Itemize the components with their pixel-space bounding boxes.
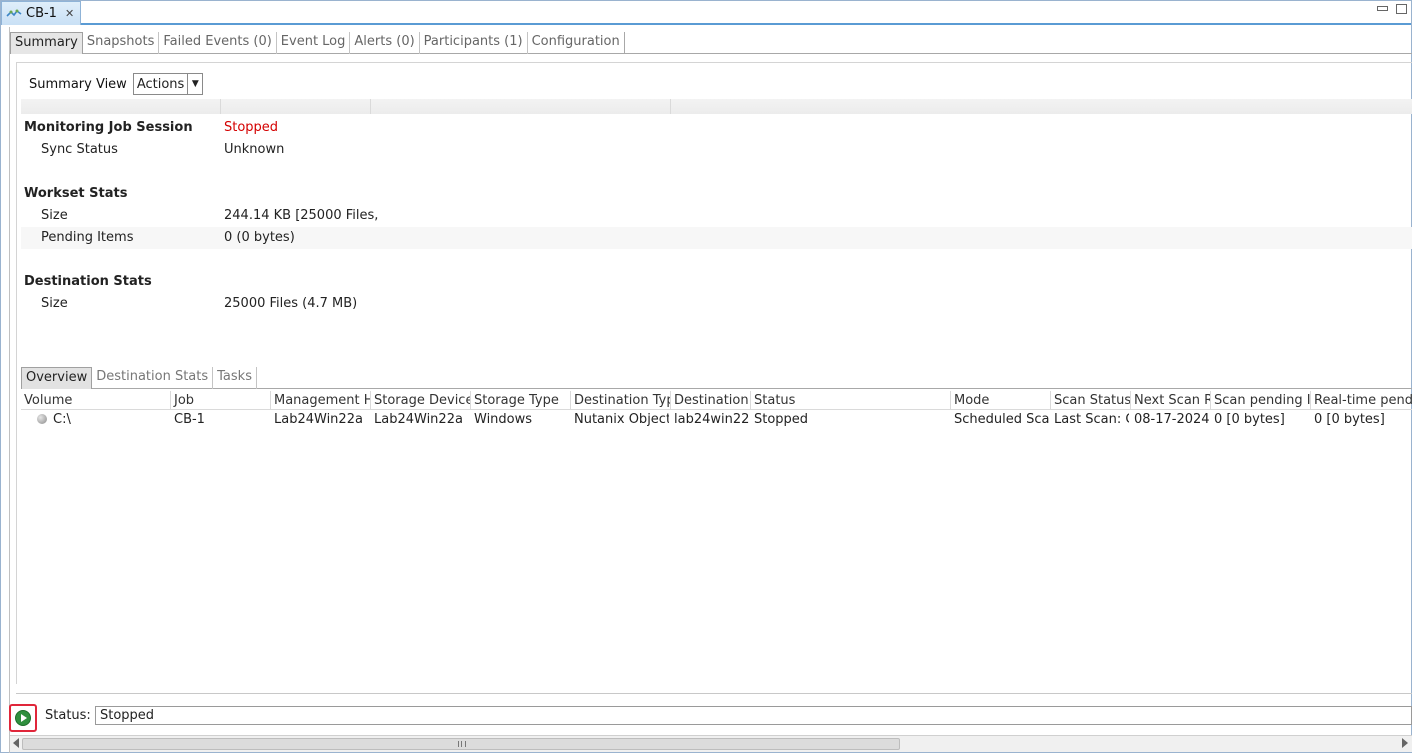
table-cell: CB-1 (174, 412, 205, 427)
volume-name: C:\ (53, 412, 71, 427)
column-header[interactable]: Job (171, 391, 271, 410)
header-divider (670, 99, 671, 114)
table-cell: Lab24Win22a (274, 412, 363, 427)
column-header[interactable]: Destination I (671, 391, 751, 410)
maximize-icon[interactable] (1396, 4, 1407, 14)
property-row: Pending Items 0 (0 bytes) (21, 227, 1412, 249)
scroll-left-icon[interactable] (13, 738, 19, 748)
table-cell: 08-17-2024 (1134, 412, 1210, 427)
monitoring-label: Monitoring Job Session (24, 120, 193, 135)
monitoring-value: Stopped (224, 120, 279, 135)
column-header[interactable]: Next Scan R (1131, 391, 1211, 410)
sync-status-label: Sync Status (41, 142, 118, 157)
actions-dropdown[interactable]: Actions ▼ (132, 73, 204, 95)
divider (16, 693, 1412, 694)
editor-tabbar: CB-1 ✕ (1, 1, 1411, 25)
property-row: Size 244.14 KB [25000 Files, (21, 205, 1412, 227)
table-cell: Scheduled Scan (954, 412, 1049, 427)
status-field: Stopped (95, 706, 1412, 725)
summary-view-bar: Summary View Actions ▼ (29, 73, 204, 95)
horizontal-scrollbar[interactable] (10, 735, 1412, 752)
table-cell: 0 [0 bytes] (1314, 412, 1385, 427)
table-cell: Last Scan: C (1054, 412, 1129, 427)
actions-label: Actions (136, 76, 185, 92)
property-row: Sync Status Unknown (21, 139, 1412, 161)
column-header[interactable]: Storage Device (371, 391, 471, 410)
column-header[interactable]: Scan pending It (1211, 391, 1311, 410)
pending-items-label: Pending Items (41, 230, 134, 245)
table-cell: Stopped (754, 412, 809, 427)
play-circle-icon (15, 710, 31, 726)
editor-tab-label: CB-1 (26, 6, 57, 21)
tab-failed-events[interactable]: Failed Events (0) (159, 32, 277, 54)
workset-size-label: Size (41, 208, 68, 223)
table-header: Volume Job Management Hc Storage Device … (21, 391, 1412, 410)
main-tabs: Summary Snapshots Failed Events (0) Even… (10, 32, 1412, 54)
header-divider (220, 99, 221, 114)
column-header[interactable]: Destination Typ (571, 391, 671, 410)
tab-alerts[interactable]: Alerts (0) (350, 32, 420, 54)
window-controls (1377, 4, 1407, 14)
workset-stats-heading: Workset Stats (24, 186, 128, 201)
column-header[interactable]: Management Hc (271, 391, 371, 410)
column-header[interactable]: Volume (21, 391, 171, 410)
tab-event-log[interactable]: Event Log (277, 32, 351, 54)
table-cell: C:\ (21, 410, 171, 430)
table-row[interactable]: C:\ CB-1 Lab24Win22a Lab24Win22a Windows… (21, 410, 1412, 430)
minimize-icon[interactable] (1377, 6, 1388, 11)
job-icon (6, 9, 22, 17)
column-header[interactable]: Status (751, 391, 951, 410)
tab-snapshots[interactable]: Snapshots (83, 32, 160, 54)
editor-body: Summary Snapshots Failed Events (0) Even… (9, 27, 1412, 753)
tab-overview[interactable]: Overview (21, 367, 93, 389)
summary-view-label: Summary View (29, 76, 127, 92)
table-cell: Lab24Win22a (374, 412, 463, 427)
table-cell: Windows (474, 412, 533, 427)
property-row: Size 25000 Files (4.7 MB) (21, 293, 1412, 315)
column-header[interactable]: Real-time pendi (1311, 391, 1412, 410)
workset-size-value: 244.14 KB [25000 Files, (224, 208, 379, 223)
status-label: Status: (45, 708, 91, 723)
table-cell: lab24win22a (674, 412, 749, 427)
summary-panel: Summary View Actions ▼ Monitoring Job Se… (16, 62, 1412, 684)
status-bar: Status: Stopped (9, 703, 1412, 732)
volume-table: Volume Job Management Hc Storage Device … (21, 389, 1412, 694)
property-row: Workset Stats (21, 183, 1412, 205)
scrollbar-thumb[interactable] (22, 738, 900, 750)
column-header[interactable]: Scan Status (1051, 391, 1131, 410)
tab-configuration[interactable]: Configuration (528, 32, 625, 54)
chevron-down-icon: ▼ (187, 74, 202, 94)
tab-summary[interactable]: Summary (10, 32, 83, 54)
property-row: Destination Stats (21, 271, 1412, 293)
editor-tab-cb1[interactable]: CB-1 ✕ (1, 1, 81, 25)
grip-icon (458, 741, 466, 747)
property-header (21, 99, 1412, 114)
volume-status-icon (37, 414, 47, 424)
sync-status-value: Unknown (224, 142, 285, 157)
table-cell: 0 [0 bytes] (1214, 412, 1285, 427)
column-header[interactable]: Storage Type (471, 391, 571, 410)
tab-destination-stats[interactable]: Destination Stats (92, 367, 214, 389)
run-button[interactable] (9, 704, 37, 732)
pending-items-value: 0 (0 bytes) (224, 230, 295, 245)
editor-window: CB-1 ✕ Summary Snapshots Failed Events (… (0, 0, 1412, 753)
destination-size-value: 25000 Files (4.7 MB) (224, 296, 358, 311)
destination-size-label: Size (41, 296, 68, 311)
overview-tabs: Overview Destination Stats Tasks (21, 367, 1412, 389)
scroll-right-icon[interactable] (1402, 738, 1408, 748)
tab-tasks[interactable]: Tasks (213, 367, 257, 389)
header-divider (370, 99, 371, 114)
tab-participants[interactable]: Participants (1) (420, 32, 528, 54)
destination-stats-heading: Destination Stats (24, 274, 152, 289)
table-cell: Nutanix Objects (574, 412, 669, 427)
column-header[interactable]: Mode (951, 391, 1051, 410)
close-icon[interactable]: ✕ (65, 7, 74, 20)
property-row: Monitoring Job Session Stopped (21, 117, 1412, 139)
